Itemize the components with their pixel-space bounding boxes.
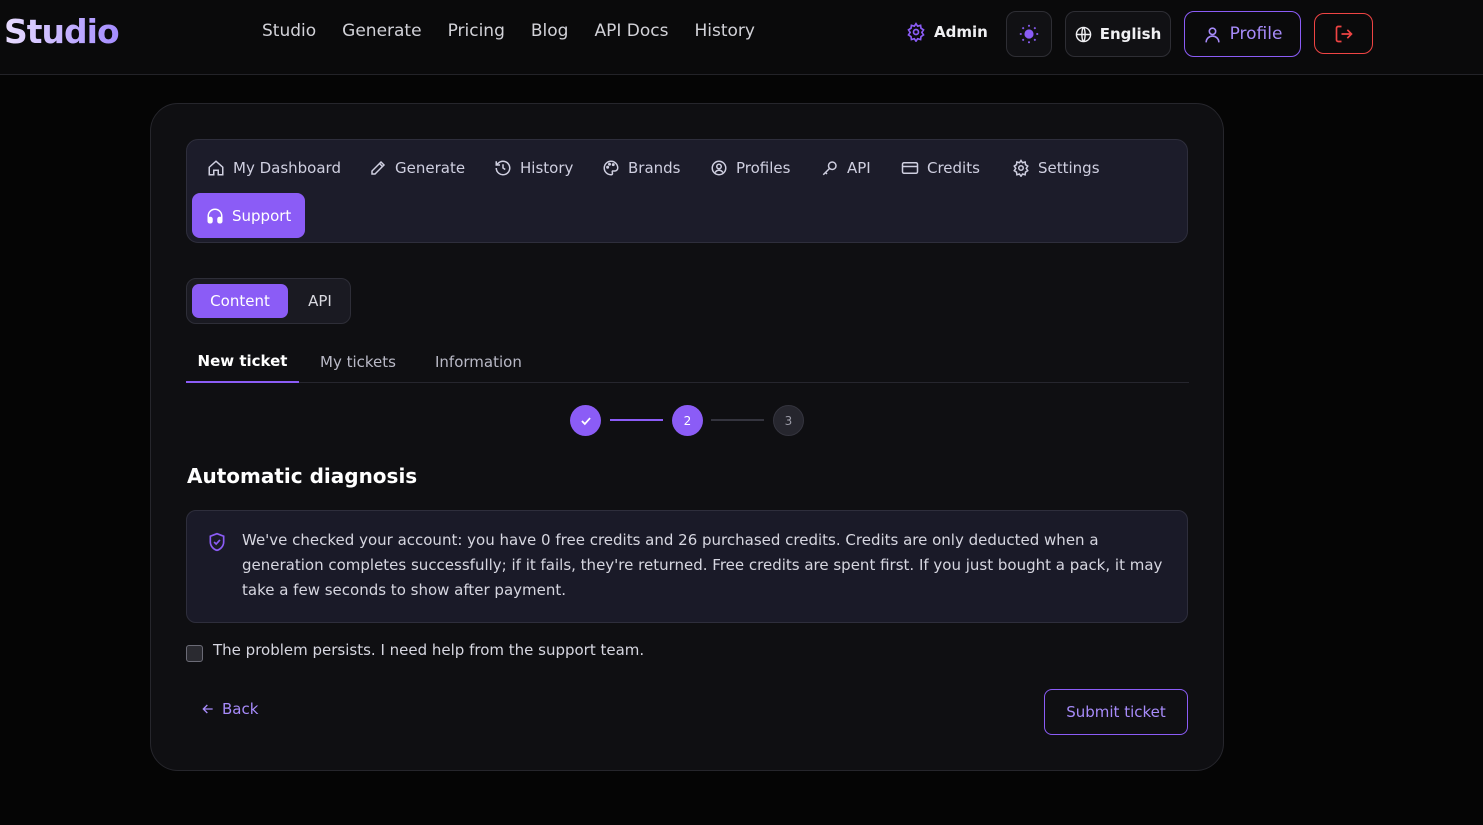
back-button[interactable]: Back: [200, 700, 258, 718]
sun-icon: [1019, 24, 1039, 44]
menu-item-label: My Dashboard: [233, 158, 341, 177]
content-api-toggle: Content API: [186, 278, 351, 324]
theme-toggle-button[interactable]: [1006, 11, 1052, 57]
topnav-generate[interactable]: Generate: [342, 21, 421, 41]
profile-button[interactable]: Profile: [1184, 11, 1301, 57]
segment-content[interactable]: Content: [192, 284, 288, 318]
topnav-blog[interactable]: Blog: [531, 21, 569, 41]
gear-icon: [1013, 158, 1029, 177]
topnav-history[interactable]: History: [694, 21, 754, 41]
menu-item-credits[interactable]: Credits: [887, 145, 994, 190]
history-icon: [495, 160, 511, 175]
step-3-pending: 3: [773, 405, 804, 436]
top-nav: Studio Generate Pricing Blog API Docs Hi…: [262, 21, 755, 41]
menu-item-support[interactable]: Support: [192, 193, 306, 238]
support-needed-checkbox[interactable]: [186, 645, 203, 662]
app-logo[interactable]: Studio: [4, 12, 120, 51]
headphones-icon: [207, 208, 223, 223]
dashboard-menu: My Dashboard Generate History Brands Pro…: [186, 139, 1188, 243]
card-icon: [901, 161, 919, 174]
topnav-api-docs[interactable]: API Docs: [594, 21, 668, 41]
pencil-icon: [371, 160, 386, 175]
language-label: English: [1099, 25, 1162, 43]
palette-icon: [603, 159, 619, 176]
key-icon: [822, 160, 837, 175]
tab-information[interactable]: Information: [435, 340, 522, 383]
user-icon: [1204, 26, 1220, 42]
check-icon: [580, 416, 591, 425]
admin-label: Admin: [934, 23, 988, 41]
menu-item-history[interactable]: History: [480, 145, 587, 190]
step-connector-done: [610, 419, 663, 421]
menu-item-profiles[interactable]: Profiles: [696, 145, 804, 190]
menu-item-label: Support: [232, 206, 292, 225]
arrow-left-icon: [202, 704, 213, 714]
step-connector-todo: [711, 419, 764, 421]
segment-api[interactable]: API: [293, 284, 347, 318]
language-button[interactable]: English: [1065, 11, 1171, 57]
step-2-current: 2: [672, 405, 703, 436]
tab-new-ticket[interactable]: New ticket: [186, 340, 299, 383]
menu-item-label: Credits: [927, 158, 980, 177]
menu-item-api[interactable]: API: [807, 145, 885, 190]
menu-item-brands[interactable]: Brands: [588, 145, 695, 190]
logout-icon: [1335, 25, 1353, 42]
topnav-studio[interactable]: Studio: [262, 21, 316, 41]
menu-item-my-dashboard[interactable]: My Dashboard: [193, 145, 355, 190]
logout-button[interactable]: [1314, 13, 1373, 54]
top-bar: Studio Studio Generate Pricing Blog API …: [0, 0, 1483, 75]
step-1-complete: [570, 405, 601, 436]
tab-my-tickets[interactable]: My tickets: [320, 340, 396, 383]
topnav-pricing[interactable]: Pricing: [448, 21, 505, 41]
profile-gear-icon: [711, 160, 727, 175]
checkbox-label[interactable]: The problem persists. I need help from t…: [213, 641, 644, 659]
back-label: Back: [222, 700, 259, 718]
support-tabs: New ticket My tickets Information: [186, 340, 1189, 383]
menu-item-settings[interactable]: Settings: [998, 145, 1114, 190]
profile-label: Profile: [1229, 24, 1283, 44]
menu-item-label: Generate: [395, 158, 466, 177]
gear-icon: [907, 22, 925, 42]
admin-link[interactable]: Admin: [906, 22, 988, 42]
submit-ticket-button[interactable]: Submit ticket: [1044, 689, 1188, 735]
section-title: Automatic diagnosis: [187, 464, 418, 488]
menu-item-label: Profiles: [736, 158, 791, 177]
menu-item-label: History: [520, 158, 574, 177]
menu-item-label: API: [847, 158, 871, 177]
home-icon: [208, 159, 224, 175]
menu-item-generate[interactable]: Generate: [355, 145, 479, 190]
globe-icon: [1075, 26, 1092, 42]
menu-item-label: Brands: [628, 158, 681, 177]
menu-item-label: Settings: [1038, 158, 1100, 177]
diagnosis-box: We've checked your account: you have 0 f…: [186, 510, 1188, 623]
diagnosis-message: We've checked your account: you have 0 f…: [242, 531, 1163, 599]
shield-check-icon: [209, 532, 225, 552]
